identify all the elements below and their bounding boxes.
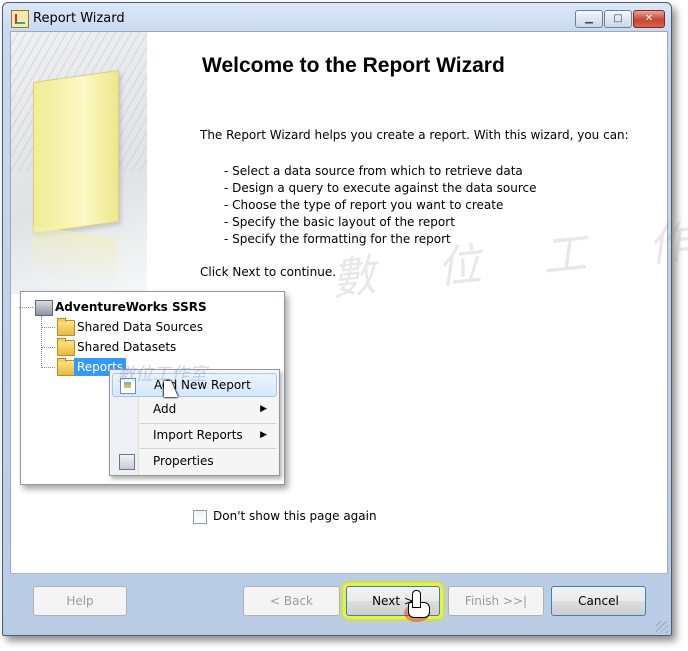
minimize-icon: ▁ — [585, 13, 593, 24]
folder-icon — [57, 318, 75, 336]
tree-connector — [41, 316, 42, 368]
hand-cursor-icon — [404, 590, 430, 622]
menu-item-label: Properties — [153, 454, 214, 468]
feature-item: - Select a data source from which to ret… — [224, 164, 523, 178]
continue-text: Click Next to continue. — [200, 265, 337, 279]
title-bar[interactable]: Report Wizard ▁ □ ✕ — [3, 3, 671, 31]
dont-show-again-checkbox[interactable] — [193, 510, 207, 524]
button-bar-divider — [10, 573, 668, 574]
properties-icon — [119, 454, 135, 470]
tree-connector — [19, 307, 33, 308]
watermark-logo-small: 數位工作室 — [117, 364, 207, 385]
intro-text: The Report Wizard helps you create a rep… — [200, 128, 629, 142]
wizard-side-graphic — [11, 32, 147, 294]
folder-icon — [57, 358, 75, 376]
submenu-arrow-icon: ▶ — [260, 404, 267, 414]
maximize-icon: □ — [613, 13, 623, 24]
dont-show-again-label: Don't show this page again — [213, 509, 377, 523]
report-book-illustration — [33, 69, 119, 235]
project-icon — [35, 300, 53, 316]
menu-item-label: Import Reports — [153, 428, 243, 442]
resize-grip[interactable] — [656, 621, 668, 633]
close-button[interactable]: ✕ — [633, 10, 665, 28]
feature-item: - Choose the type of report you want to … — [224, 198, 504, 212]
report-wizard-icon — [11, 10, 29, 28]
help-button[interactable]: Help — [33, 586, 127, 616]
finish-button[interactable]: Finish >>| — [448, 586, 544, 616]
project-name: AdventureWorks SSRS — [55, 300, 207, 314]
tree-item-label: Shared Datasets — [77, 340, 177, 354]
menu-item-add[interactable]: Add ▶ — [112, 398, 275, 420]
tree-connector — [41, 367, 55, 368]
maximize-button[interactable]: □ — [604, 10, 632, 28]
submenu-arrow-icon: ▶ — [260, 430, 267, 440]
minimize-button[interactable]: ▁ — [575, 10, 603, 28]
book-reflection — [33, 226, 117, 288]
feature-item: - Design a query to execute against the … — [224, 181, 537, 195]
tree-item-label: Shared Data Sources — [77, 320, 203, 334]
cancel-button[interactable]: Cancel — [551, 586, 646, 616]
folder-icon — [57, 338, 75, 356]
menu-item-import-reports[interactable]: Import Reports ▶ — [112, 424, 275, 446]
window-title: Report Wizard — [33, 11, 125, 26]
tree-connector — [41, 347, 55, 348]
hand-finger — [412, 590, 421, 608]
menu-item-label: Add — [153, 402, 177, 416]
close-icon: ✕ — [644, 13, 654, 24]
page-title: Welcome to the Report Wizard — [202, 54, 505, 77]
mouse-pointer-icon — [164, 381, 178, 397]
tree-connector — [41, 327, 55, 328]
menu-item-properties[interactable]: Properties — [112, 450, 275, 472]
menu-separator — [140, 448, 276, 449]
back-button[interactable]: < Back — [243, 586, 340, 616]
